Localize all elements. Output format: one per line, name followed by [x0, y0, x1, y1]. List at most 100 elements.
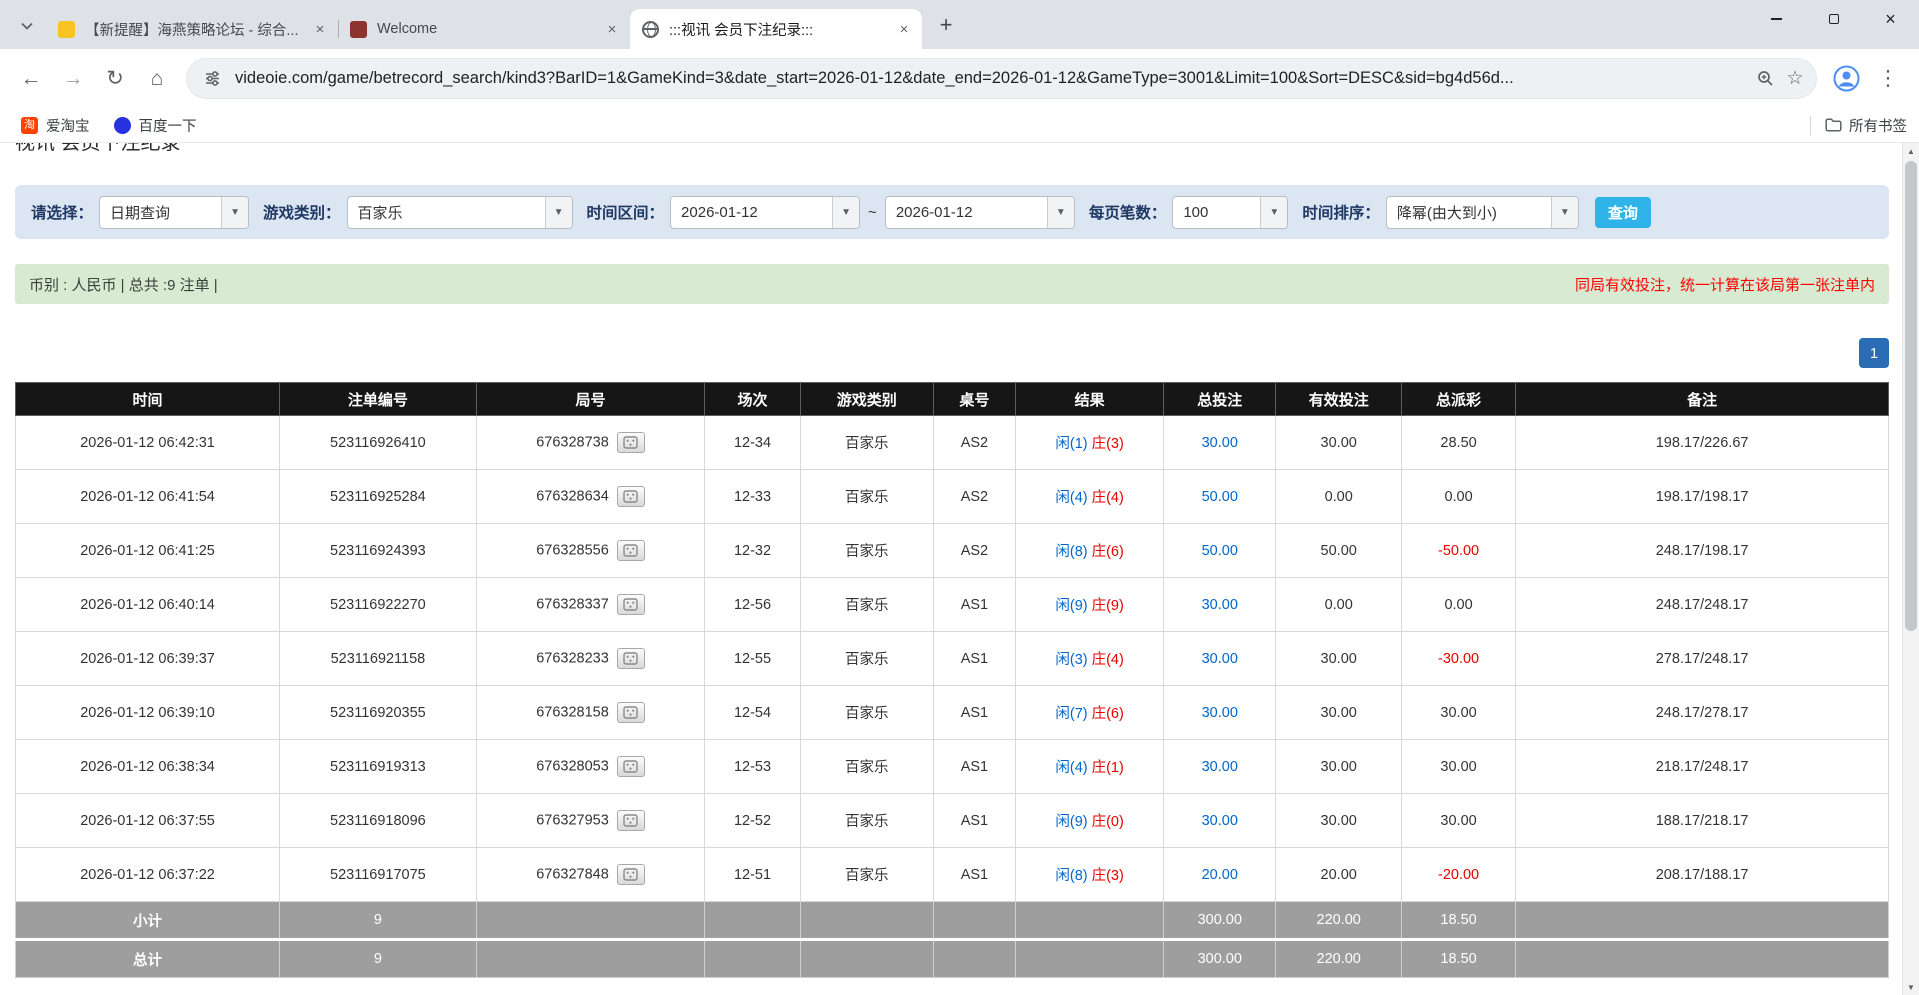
bookmark-item[interactable]: 淘 爱淘宝 — [12, 112, 99, 139]
game-type-select[interactable]: 百家乐 ▼ — [347, 196, 573, 229]
total-bet-cell[interactable]: 30.00 — [1164, 578, 1276, 632]
address-bar[interactable]: videoie.com/game/betrecord_search/kind3?… — [186, 58, 1817, 99]
forward-button[interactable]: → — [54, 60, 92, 98]
video-replay-button[interactable] — [617, 702, 645, 723]
valid-bet-cell: 50.00 — [1276, 524, 1401, 578]
sort-order-select[interactable]: 降幂(由大到小) ▼ — [1386, 196, 1579, 229]
tab-search-button[interactable] — [12, 11, 42, 41]
search-button[interactable]: 查询 — [1595, 197, 1651, 228]
valid-bet-cell: 0.00 — [1276, 578, 1401, 632]
round-cell: 676328233 — [476, 632, 705, 686]
divider — [1810, 116, 1811, 135]
minimize-button[interactable] — [1748, 0, 1805, 38]
url-text[interactable]: videoie.com/game/betrecord_search/kind3?… — [235, 69, 1740, 88]
video-replay-button[interactable] — [617, 432, 645, 453]
close-icon[interactable]: × — [310, 19, 330, 39]
back-button[interactable]: ← — [12, 60, 50, 98]
column-header: 结果 — [1016, 383, 1164, 416]
footer-empty-cell — [705, 902, 801, 940]
maximize-button[interactable] — [1805, 0, 1862, 38]
scroll-down-icon[interactable]: ▼ — [1903, 979, 1919, 995]
session-cell: 12-52 — [705, 794, 801, 848]
video-replay-button[interactable] — [617, 756, 645, 777]
bookmarks-list: 淘 爱淘宝 百度一下 — [12, 112, 212, 139]
total-bet-cell[interactable]: 20.00 — [1164, 848, 1276, 902]
payout-cell: 0.00 — [1401, 470, 1515, 524]
player-result: 闲(1) — [1055, 436, 1087, 452]
result-cell: 闲(3)庄(4) — [1016, 632, 1164, 686]
total-bet-cell[interactable]: 50.00 — [1164, 524, 1276, 578]
browser-tab[interactable]: :::视讯 会员下注纪录::: × — [630, 9, 922, 49]
total-bet-cell[interactable]: 30.00 — [1164, 794, 1276, 848]
close-icon[interactable]: × — [602, 19, 622, 39]
video-replay-button[interactable] — [617, 648, 645, 669]
home-button[interactable]: ⌂ — [138, 60, 176, 98]
footer-empty-cell — [800, 902, 933, 940]
video-replay-button[interactable] — [617, 864, 645, 885]
date-start-select[interactable]: 2026-01-12 ▼ — [670, 196, 860, 229]
filter-label-game-type: 游戏类别： — [263, 201, 341, 223]
column-header: 游戏类别 — [800, 383, 933, 416]
site-settings-icon[interactable] — [197, 64, 227, 94]
browser-tab[interactable]: 【新提醒】海燕策略论坛 - 综合... × — [46, 9, 338, 49]
result-cell: 闲(4)庄(4) — [1016, 470, 1164, 524]
total-bet-cell[interactable]: 30.00 — [1164, 740, 1276, 794]
window-controls: × — [1748, 0, 1919, 38]
minimize-icon — [1771, 18, 1782, 20]
page-button-1[interactable]: 1 — [1859, 338, 1889, 368]
total-bet-cell[interactable]: 30.00 — [1164, 686, 1276, 740]
date-end-select[interactable]: 2026-01-12 ▼ — [885, 196, 1075, 229]
bet-time-cell: 2026-01-12 06:37:55 — [16, 794, 280, 848]
bookmark-item[interactable]: 百度一下 — [105, 112, 206, 139]
table-footer: 小计9300.00220.0018.50总计9300.00220.0018.50 — [16, 902, 1889, 978]
footer-empty-cell — [476, 940, 705, 978]
video-replay-button[interactable] — [617, 540, 645, 561]
profile-avatar[interactable] — [1827, 60, 1865, 98]
result-cell: 闲(1)庄(3) — [1016, 416, 1164, 470]
note-cell: 248.17/278.17 — [1516, 686, 1889, 740]
new-tab-button[interactable]: + — [930, 9, 962, 41]
footer-empty-cell — [933, 940, 1015, 978]
vertical-scrollbar[interactable]: ▲ ▼ — [1902, 143, 1919, 995]
round-cell: 676328053 — [476, 740, 705, 794]
video-replay-button[interactable] — [617, 594, 645, 615]
footer-total-bet-cell: 300.00 — [1164, 902, 1276, 940]
bookmark-star-icon[interactable]: ☆ — [1780, 64, 1810, 94]
game-type-cell: 百家乐 — [800, 470, 933, 524]
bet-id-cell: 523116921158 — [280, 632, 477, 686]
welcome-icon — [350, 21, 367, 38]
footer-count-cell: 9 — [280, 902, 477, 940]
reload-button[interactable]: ↻ — [96, 60, 134, 98]
chevron-down-icon: ▼ — [832, 197, 859, 228]
video-replay-button[interactable] — [617, 486, 645, 507]
taobao-icon: 淘 — [21, 117, 38, 134]
column-header: 场次 — [705, 383, 801, 416]
close-icon[interactable]: × — [894, 19, 914, 39]
round-cell: 676327953 — [476, 794, 705, 848]
table-no-cell: AS1 — [933, 632, 1015, 686]
payout-cell: 30.00 — [1401, 686, 1515, 740]
video-replay-button[interactable] — [617, 810, 645, 831]
zoom-icon[interactable] — [1750, 64, 1780, 94]
footer-label-cell: 小计 — [16, 902, 280, 940]
browser-tab[interactable]: Welcome × — [338, 9, 630, 49]
query-type-select[interactable]: 日期查询 ▼ — [99, 196, 249, 229]
date-range-separator: ~ — [868, 204, 877, 221]
close-button[interactable]: × — [1862, 0, 1919, 38]
footer-empty-cell — [800, 940, 933, 978]
column-header: 总派彩 — [1401, 383, 1515, 416]
scrollbar-thumb[interactable] — [1905, 161, 1917, 631]
total-bet-cell[interactable]: 50.00 — [1164, 470, 1276, 524]
chevron-down-icon: ▼ — [1260, 197, 1287, 228]
result-cell: 闲(8)庄(3) — [1016, 848, 1164, 902]
banker-result: 庄(4) — [1092, 652, 1124, 668]
scroll-up-icon[interactable]: ▲ — [1903, 143, 1919, 159]
footer-valid-bet-cell: 220.00 — [1276, 940, 1401, 978]
menu-kebab-icon[interactable]: ⋮ — [1869, 60, 1907, 98]
all-bookmarks-button[interactable]: 所有书签 — [1810, 115, 1907, 136]
total-bet-cell[interactable]: 30.00 — [1164, 632, 1276, 686]
per-page-select[interactable]: 100 ▼ — [1172, 196, 1288, 229]
total-bet-cell[interactable]: 30.00 — [1164, 416, 1276, 470]
note-cell: 208.17/188.17 — [1516, 848, 1889, 902]
footer-count-cell: 9 — [280, 940, 477, 978]
